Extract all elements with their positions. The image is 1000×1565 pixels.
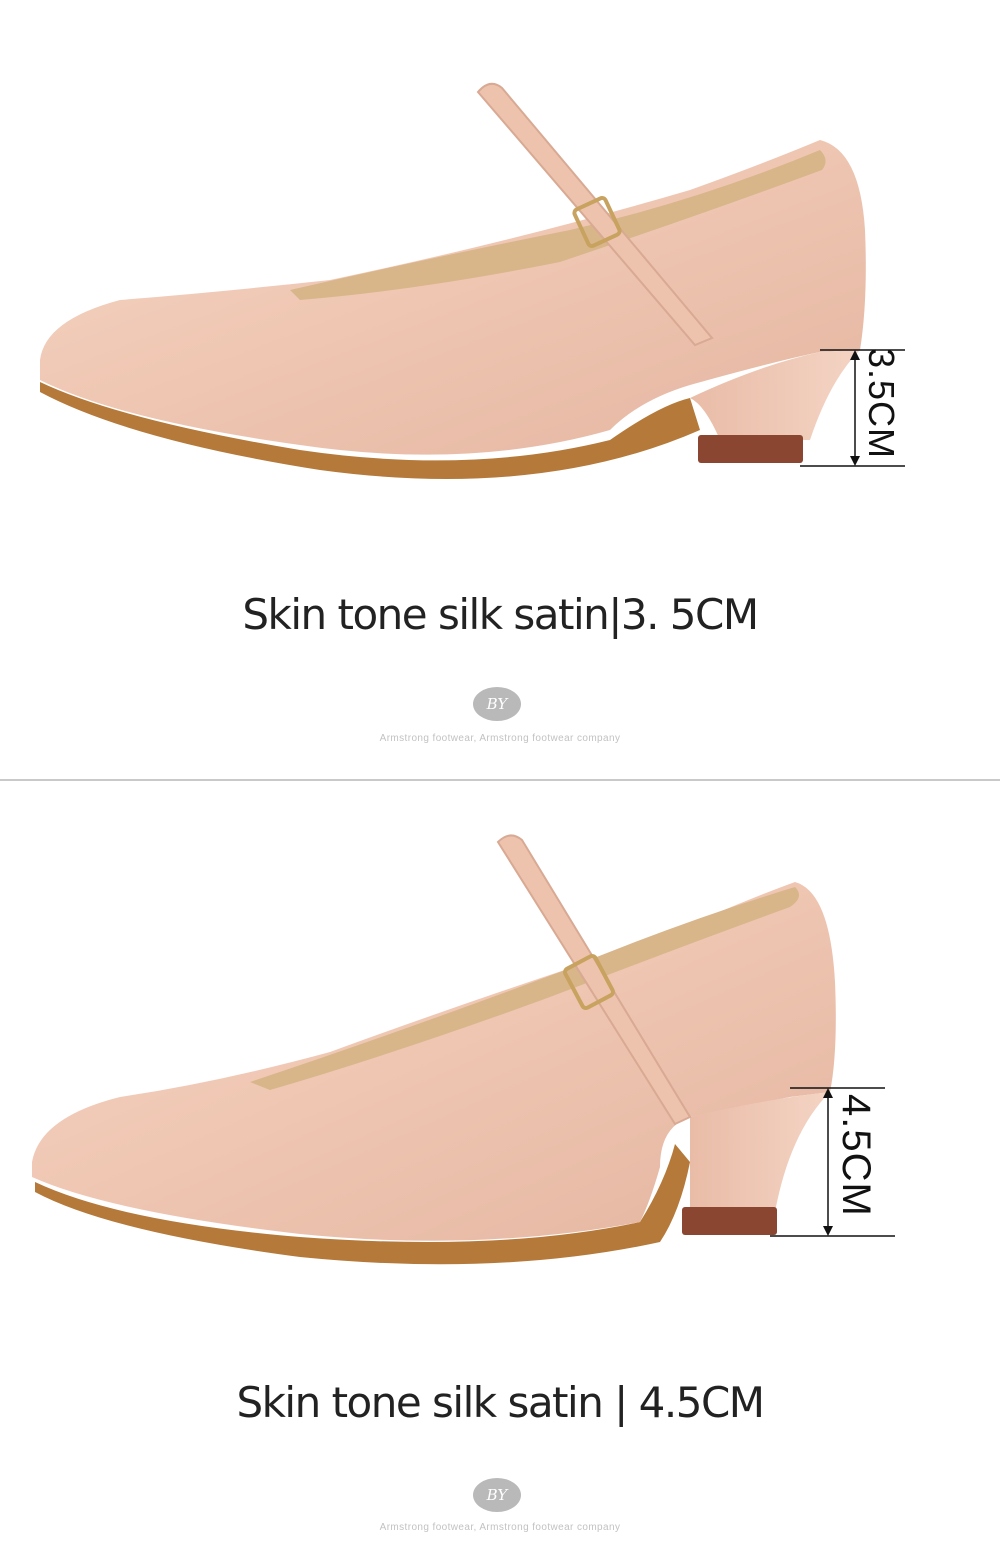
product-caption: Skin tone silk satin | 4.5CM <box>236 1378 765 1427</box>
heel-height-label: 4.5CM <box>834 1094 878 1217</box>
product-caption: Skin tone silk satin|3. 5CM <box>242 590 759 639</box>
heel-tip <box>682 1207 777 1235</box>
company-text: Armstrong footwear, Armstrong footwear c… <box>379 733 621 744</box>
heel-height-label: 3.5CM <box>861 348 902 460</box>
brand-logo: BY <box>473 687 521 721</box>
product-panel-4-5cm: 4.5CM Skin tone silk satin | 4.5CM BY Ar… <box>0 782 1000 1565</box>
product-panel-3-5cm: 3.5CM Skin tone silk satin|3. 5CM BY Arm… <box>0 0 1000 780</box>
company-text: Armstrong footwear, Armstrong footwear c… <box>379 1522 621 1533</box>
heel-tip <box>698 435 803 463</box>
section-divider <box>0 779 1000 781</box>
brand-logo: BY <box>473 1478 521 1512</box>
shoe-image-3-5cm <box>40 82 905 479</box>
